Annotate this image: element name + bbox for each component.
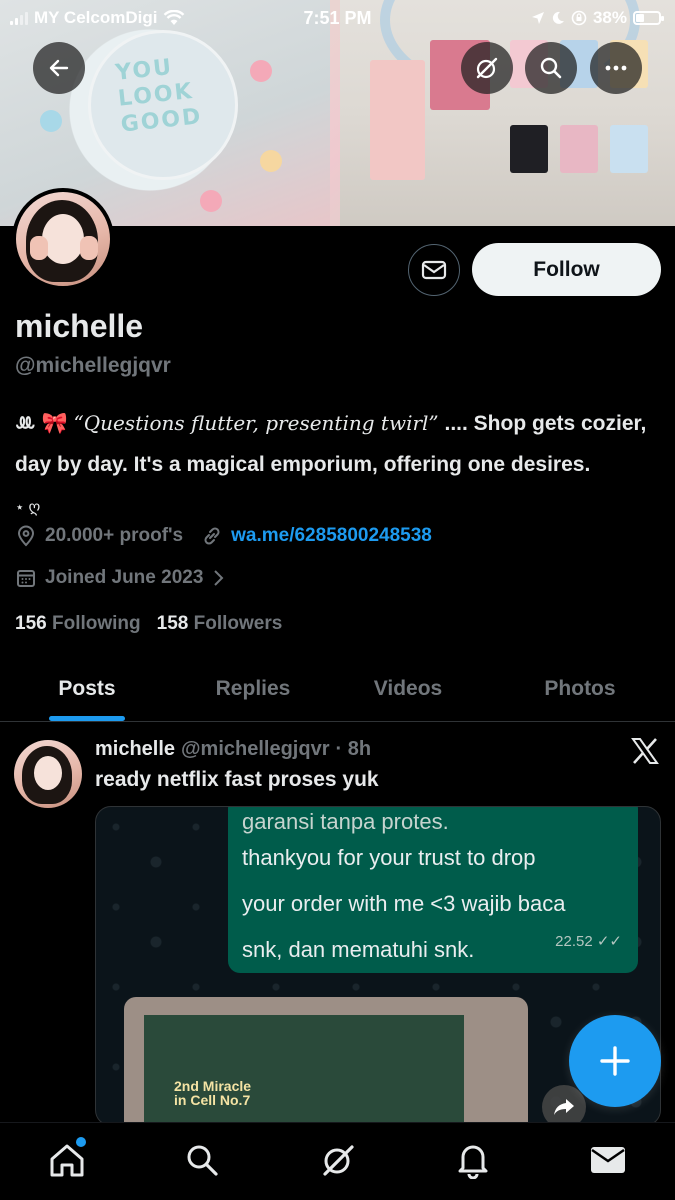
plus-icon <box>600 1046 630 1076</box>
battery-percent: 38% <box>592 8 627 27</box>
battery-icon <box>633 11 664 25</box>
joined-text: Joined June 2023 <box>45 567 204 588</box>
avatar-face <box>42 214 84 264</box>
back-button[interactable] <box>33 42 85 94</box>
post-author-name[interactable]: michelle <box>95 738 175 761</box>
link-icon <box>201 525 223 547</box>
chat-line: garansi tanpa protes. <box>242 809 449 834</box>
nav-notifications[interactable] <box>452 1139 494 1181</box>
home-notification-dot <box>76 1137 86 1147</box>
avatar-hand <box>30 236 48 260</box>
joined-row[interactable]: Joined June 2023 <box>15 567 237 589</box>
tv-title: 2nd Miracle in Cell No.7 <box>174 1079 251 1107</box>
tab-photos[interactable]: Photos <box>505 656 655 722</box>
bottom-nav <box>0 1122 675 1200</box>
active-tab-indicator <box>49 716 125 721</box>
following-count: 156 <box>15 613 47 634</box>
chat-line: thankyou for your trust to drop <box>242 845 536 870</box>
nav-messages[interactable] <box>587 1139 629 1181</box>
profile-name: michelle <box>15 308 144 344</box>
battery-fill <box>636 14 645 22</box>
follow-button[interactable]: Follow <box>472 243 661 296</box>
banner-mirror-text: YOU LOOK GOOD <box>114 54 204 138</box>
post-text: ready netflix fast proses yuk <box>95 768 379 791</box>
post-avatar[interactable] <box>14 740 82 808</box>
location-pin-icon <box>15 525 37 547</box>
tv-screen <box>144 1015 464 1125</box>
search-icon <box>187 1145 218 1176</box>
status-bar: MY CelcomDigi 7:51 PM 38% <box>0 0 675 36</box>
arrow-left-icon <box>49 59 69 77</box>
banner-card <box>370 60 425 180</box>
more-dots-icon <box>605 65 627 71</box>
profile-link[interactable]: wa.me/6285800248538 <box>231 525 432 547</box>
following-label: Following <box>51 613 141 634</box>
post-header: michelle @michellegjqvr · 8h <box>95 738 371 761</box>
tab-replies[interactable]: Replies <box>178 656 328 722</box>
search-button[interactable] <box>525 42 577 94</box>
following-link[interactable]: 156 Following <box>15 613 141 635</box>
chat-timestamp: 22.52 ✓✓ <box>555 933 622 950</box>
grok-icon <box>323 1145 354 1176</box>
banner-card <box>510 125 548 173</box>
avatar-hand <box>80 236 98 260</box>
profile-tabs: Posts Replies Videos Photos <box>0 656 675 722</box>
post-age: · 8h <box>335 738 372 760</box>
post-author-handle[interactable]: @michellegjqvr <box>181 738 329 761</box>
search-icon <box>540 57 562 79</box>
banner-flower <box>200 190 222 212</box>
banner-card <box>560 125 598 173</box>
bell-icon <box>458 1145 488 1179</box>
tab-posts[interactable]: Posts <box>12 656 162 722</box>
banner-flower <box>40 110 62 132</box>
nav-search[interactable] <box>181 1139 223 1181</box>
tv-title-line: in Cell No.7 <box>174 1092 251 1108</box>
calendar-icon <box>15 567 37 589</box>
followers-label: Followers <box>193 613 283 634</box>
nav-grok[interactable] <box>317 1139 359 1181</box>
grok-button[interactable] <box>461 42 513 94</box>
follow-counts: 156 Following 158 Followers <box>15 613 282 635</box>
share-arrow-icon <box>554 1099 574 1115</box>
followers-count: 158 <box>156 613 189 634</box>
nav-home[interactable] <box>46 1137 88 1181</box>
followers-link[interactable]: 158 Followers <box>157 613 283 635</box>
bio-quote: “Questions flutter, presenting twirl” <box>73 411 439 435</box>
location-text: 20.000+ proof's <box>45 525 184 546</box>
status-right: 38% <box>531 8 664 28</box>
envelope-icon <box>421 260 447 280</box>
message-button[interactable] <box>408 244 460 296</box>
grok-icon <box>476 57 498 79</box>
more-button[interactable] <box>590 42 642 94</box>
banner-card <box>610 125 648 173</box>
chevron-right-icon <box>207 567 229 589</box>
lock-rotation-icon <box>571 10 587 26</box>
moon-icon <box>552 11 564 24</box>
banner-flower <box>260 150 282 172</box>
location-arrow-icon <box>531 12 544 24</box>
compose-button[interactable] <box>569 1015 661 1107</box>
tab-videos[interactable]: Videos <box>333 656 483 722</box>
mail-icon <box>591 1147 625 1173</box>
bio-suffix: ⋆ ღ <box>15 499 41 516</box>
x-logo-icon <box>630 736 660 766</box>
profile-avatar[interactable] <box>12 188 114 290</box>
profile-bio: ꔛ 🎀 “Questions flutter, presenting twirl… <box>15 403 665 528</box>
tv-title-line: 2nd Miracle <box>174 1078 252 1094</box>
avatar-face <box>34 756 62 790</box>
chat-bubble: garansi tanpa protes. thankyou for your … <box>228 807 638 973</box>
bio-prefix: ꔛ 🎀 <box>15 412 74 435</box>
location-row: 20.000+ proof's wa.me/6285800248538 <box>15 525 432 547</box>
profile-handle: @michellegjqvr <box>15 354 171 377</box>
banner-flower <box>250 60 272 82</box>
